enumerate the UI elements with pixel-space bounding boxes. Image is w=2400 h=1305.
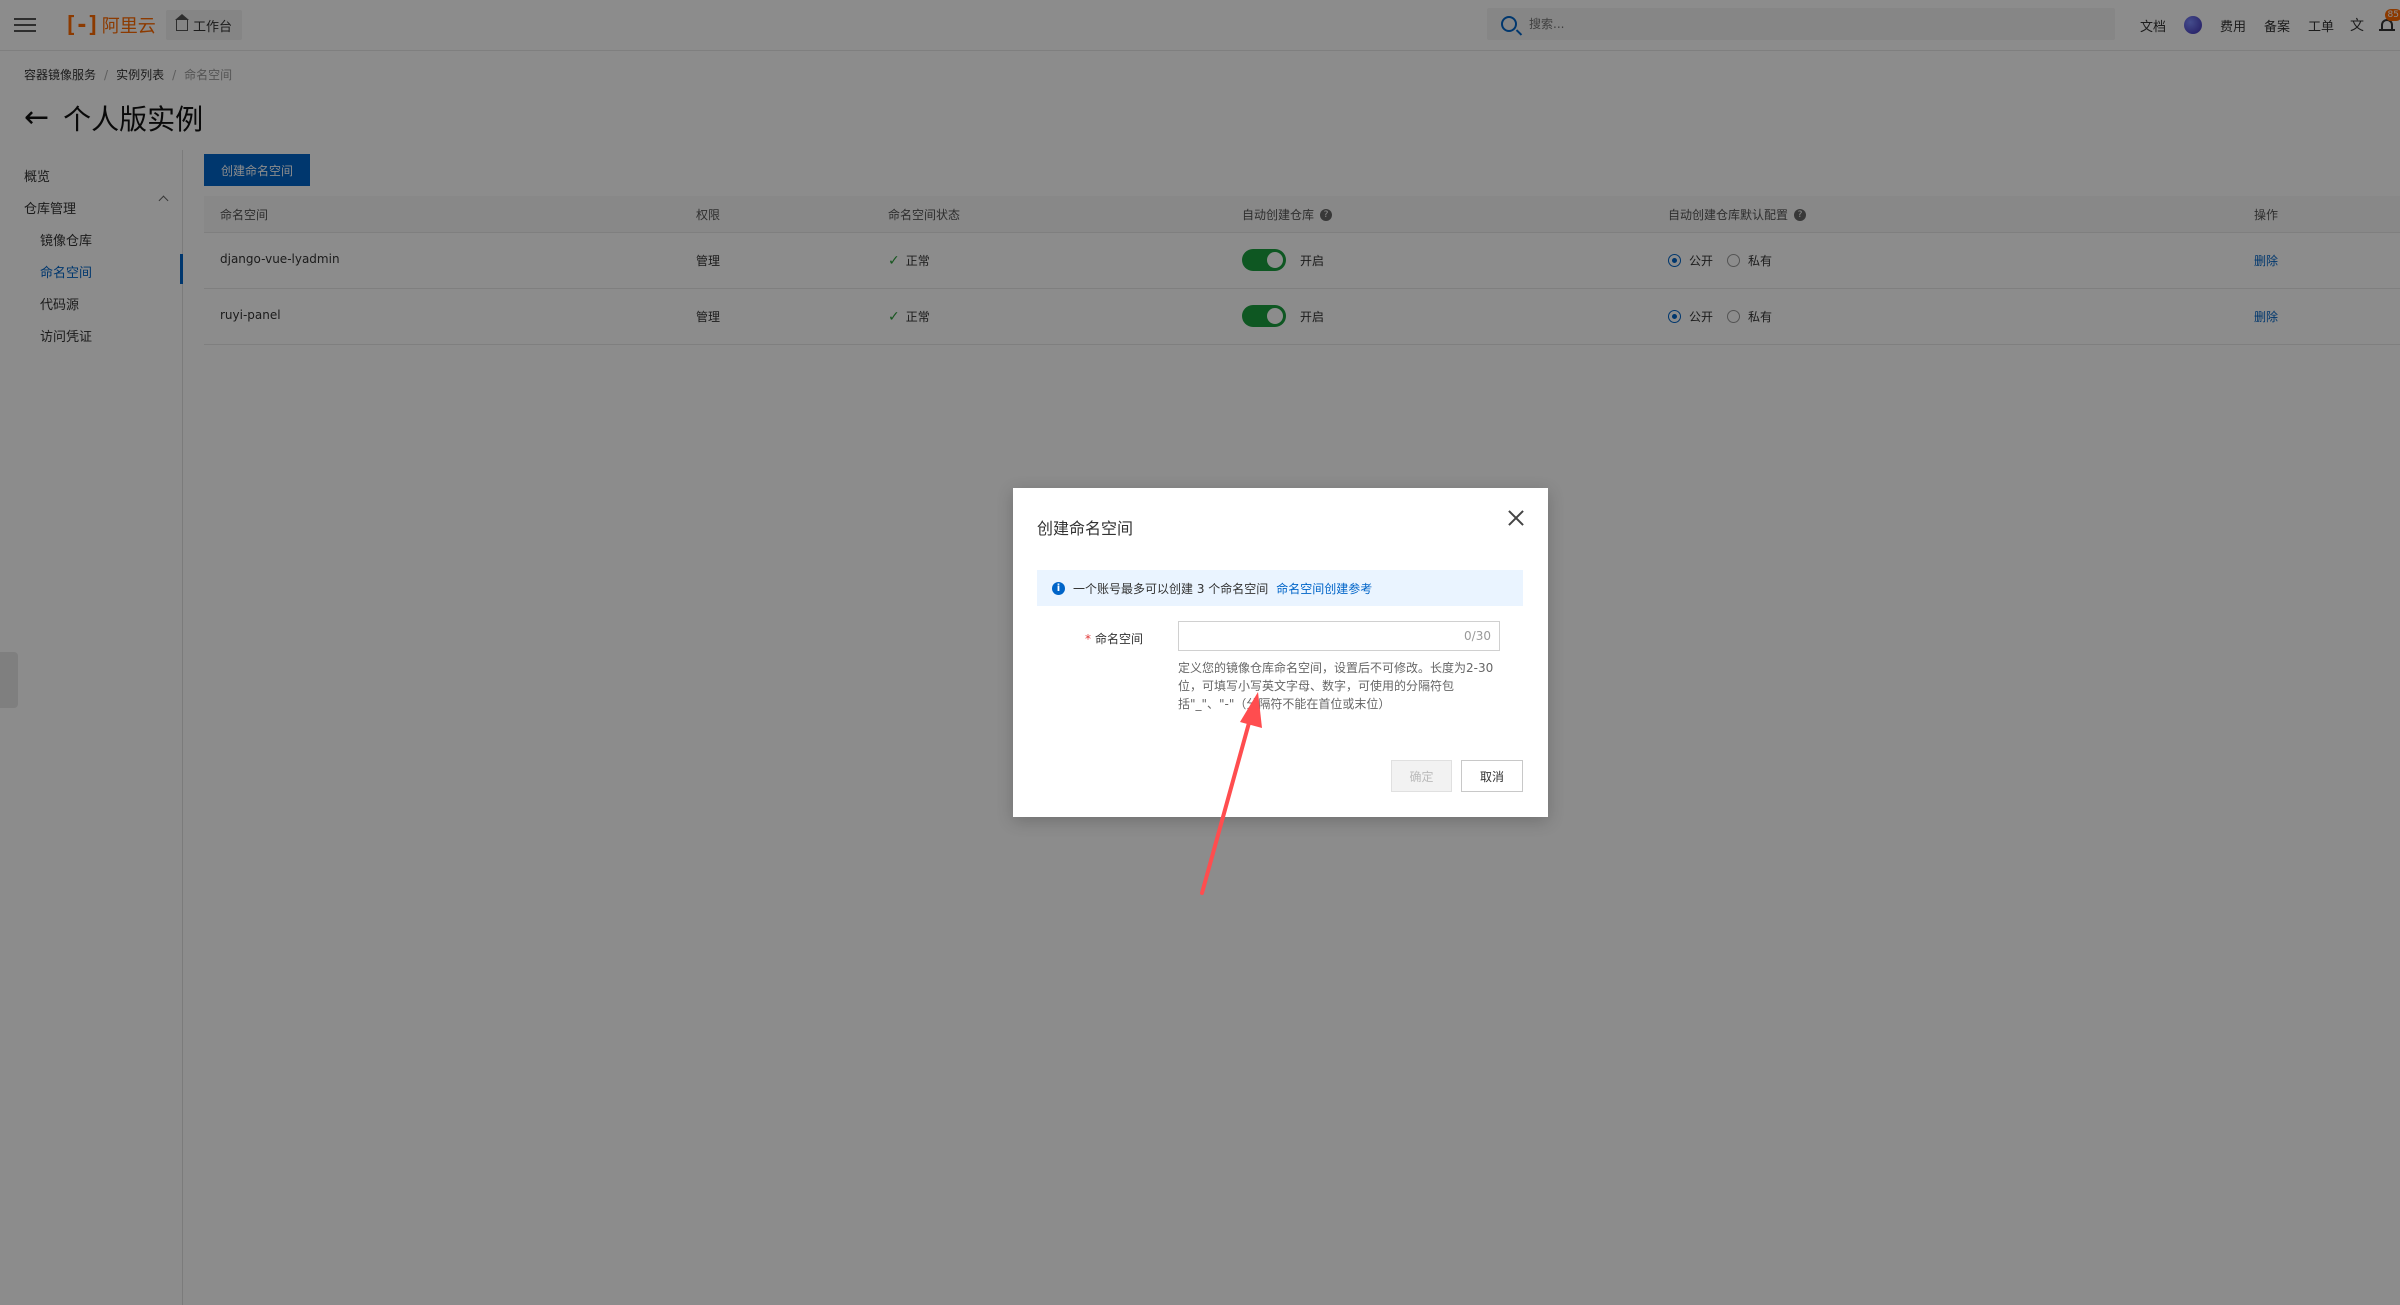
field-hint: 定义您的镜像仓库命名空间，设置后不可修改。长度为2-30位，可填写小写英文字母、…	[1178, 661, 1494, 711]
required-mark: *	[1085, 632, 1091, 646]
create-namespace-dialog: 创建命名空间 i 一个账号最多可以创建 3 个命名空间 命名空间创建参考 * 命名…	[1013, 488, 1548, 817]
close-icon[interactable]	[1508, 510, 1524, 526]
char-counter: 0/30	[1464, 629, 1491, 643]
dialog-title: 创建命名空间	[1037, 519, 1134, 538]
namespace-guide-link[interactable]: 命名空间创建参考	[1276, 580, 1372, 597]
notice-text: 一个账号最多可以创建 3 个命名空间	[1073, 581, 1269, 596]
namespace-input[interactable]: 0/30	[1178, 621, 1500, 651]
info-notice: i 一个账号最多可以创建 3 个命名空间 命名空间创建参考	[1037, 570, 1523, 606]
confirm-button[interactable]: 确定	[1391, 760, 1452, 792]
field-label-text: 命名空间	[1095, 632, 1144, 646]
info-icon: i	[1052, 581, 1065, 595]
namespace-field-label: * 命名空间	[1085, 630, 1143, 647]
cancel-button[interactable]: 取消	[1461, 760, 1523, 792]
